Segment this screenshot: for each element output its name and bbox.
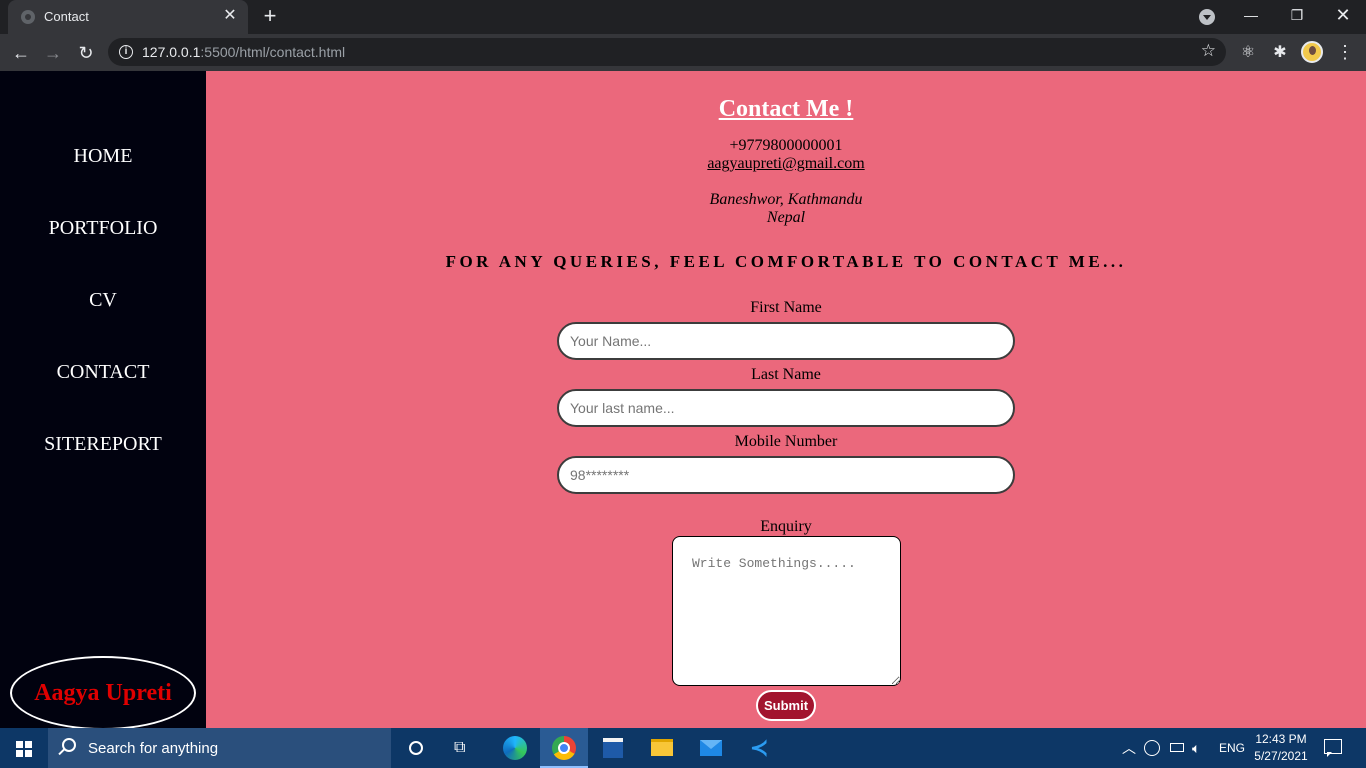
folder-icon — [651, 739, 673, 756]
task-view-icon: ⧉ — [454, 739, 466, 756]
first-name-input[interactable] — [557, 322, 1015, 360]
show-hidden-icons-chevron-icon[interactable]: ︿ — [1122, 728, 1136, 768]
contact-section: Contact Me ! +9779800000001 aagyaupreti@… — [206, 71, 1366, 728]
clock-time: 12:43 PM — [1255, 732, 1307, 746]
network-globe-icon[interactable] — [1144, 740, 1160, 756]
browser-tab-contact[interactable]: Contact ✕ — [8, 0, 248, 34]
vscode-taskbar-button[interactable]: ≺ — [736, 728, 784, 768]
windows-logo-icon — [16, 741, 32, 757]
last-name-input[interactable] — [557, 389, 1015, 427]
react-devtools-icon[interactable]: ⚛ — [1237, 42, 1259, 64]
submit-button[interactable]: Submit — [756, 690, 816, 721]
tab-strip: Contact ✕ + — ❐ ✕ — [0, 0, 1366, 34]
chrome-taskbar-button[interactable] — [540, 728, 588, 768]
address-bar[interactable]: i 127.0.0.1:5500/html/contact.html ☆ — [108, 38, 1226, 66]
site-info-icon[interactable]: i — [119, 45, 133, 59]
file-explorer-taskbar-button[interactable] — [638, 728, 686, 768]
page-title: Contact Me ! — [718, 96, 854, 122]
bookmark-star-icon[interactable]: ☆ — [1201, 41, 1216, 61]
taskbar-search-box[interactable]: Search for anything — [48, 728, 391, 768]
last-name-label: Last Name — [751, 366, 821, 383]
close-window-button[interactable]: ✕ — [1320, 0, 1366, 32]
browser-toolbar: ← → ↻ i 127.0.0.1:5500/html/contact.html… — [0, 34, 1366, 71]
more-menu-icon[interactable]: ⋮ — [1336, 41, 1354, 63]
battery-icon[interactable] — [1170, 743, 1184, 752]
edge-icon — [503, 736, 527, 760]
edge-taskbar-button[interactable] — [491, 728, 539, 768]
task-view-button[interactable]: ⧉ — [440, 728, 488, 768]
reload-icon[interactable]: ↻ — [73, 40, 99, 66]
nav-link-contact[interactable]: CONTACT — [0, 361, 206, 384]
volume-icon[interactable]: 🔈︎ — [1192, 728, 1200, 768]
profile-avatar[interactable] — [1301, 41, 1323, 63]
tab-title: Contact — [44, 9, 89, 24]
url-host: 127.0.0.1 — [142, 44, 201, 60]
nav-link-home[interactable]: HOME — [0, 145, 206, 168]
mobile-number-label: Mobile Number — [734, 433, 838, 450]
minimize-button[interactable]: — — [1228, 0, 1274, 32]
mail-taskbar-button[interactable] — [687, 728, 735, 768]
new-tab-button[interactable]: + — [258, 5, 282, 29]
store-icon — [603, 738, 623, 758]
tab-search-icon[interactable] — [1199, 9, 1215, 25]
clock-date: 5/27/2021 — [1254, 749, 1308, 763]
windows-taskbar: Search for anything ⧉ ≺ ︿ 🔈︎ ENG 12:43 P… — [0, 728, 1366, 768]
nav-link-sitereport[interactable]: SITEREPORT — [0, 433, 206, 456]
search-icon — [62, 738, 76, 752]
nav-link-cv[interactable]: CV — [0, 289, 206, 312]
chrome-icon — [552, 736, 576, 760]
enquiry-label: Enquiry — [760, 518, 812, 535]
language-indicator[interactable]: ENG — [1219, 728, 1245, 768]
address-line-2: Nepal — [766, 209, 806, 226]
cortana-icon — [409, 741, 423, 755]
phone-number: +9779800000001 — [729, 137, 843, 154]
url-path: :5500/html/contact.html — [200, 44, 346, 60]
notification-center-icon[interactable] — [1324, 739, 1342, 757]
sidebar: HOME PORTFOLIO CV CONTACT SITEREPORT Aag… — [0, 71, 206, 728]
taskbar-search-placeholder: Search for anything — [88, 740, 219, 757]
restore-button[interactable]: ❐ — [1274, 0, 1320, 32]
enquiry-textarea[interactable] — [672, 536, 901, 686]
close-tab-icon[interactable]: ✕ — [220, 6, 240, 26]
forward-arrow-icon[interactable]: → — [40, 40, 66, 66]
email-link[interactable]: aagyaupreti@gmail.com — [206, 155, 1366, 173]
extensions-puzzle-icon[interactable]: ✱ — [1269, 42, 1291, 64]
mobile-number-input[interactable] — [557, 456, 1015, 494]
queries-tagline: FOR ANY QUERIES, FEEL COMFORTABLE TO CON… — [445, 252, 1127, 271]
nav-link-portfolio[interactable]: PORTFOLIO — [0, 217, 206, 240]
store-taskbar-button[interactable] — [589, 728, 637, 768]
page-viewport: HOME PORTFOLIO CV CONTACT SITEREPORT Aag… — [0, 71, 1366, 728]
mail-icon — [700, 740, 722, 756]
brand-logo: Aagya Upreti — [10, 656, 196, 728]
address-line-1: Baneshwor, Kathmandu — [709, 191, 863, 208]
back-arrow-icon[interactable]: ← — [8, 40, 34, 66]
globe-icon — [21, 10, 35, 24]
start-button[interactable] — [0, 728, 48, 768]
vscode-icon: ≺ — [750, 735, 769, 760]
cortana-button[interactable] — [392, 728, 440, 768]
first-name-label: First Name — [750, 299, 822, 316]
system-clock[interactable]: 12:43 PM 5/27/2021 — [1252, 731, 1310, 765]
url-text[interactable]: 127.0.0.1:5500/html/contact.html — [142, 44, 345, 60]
